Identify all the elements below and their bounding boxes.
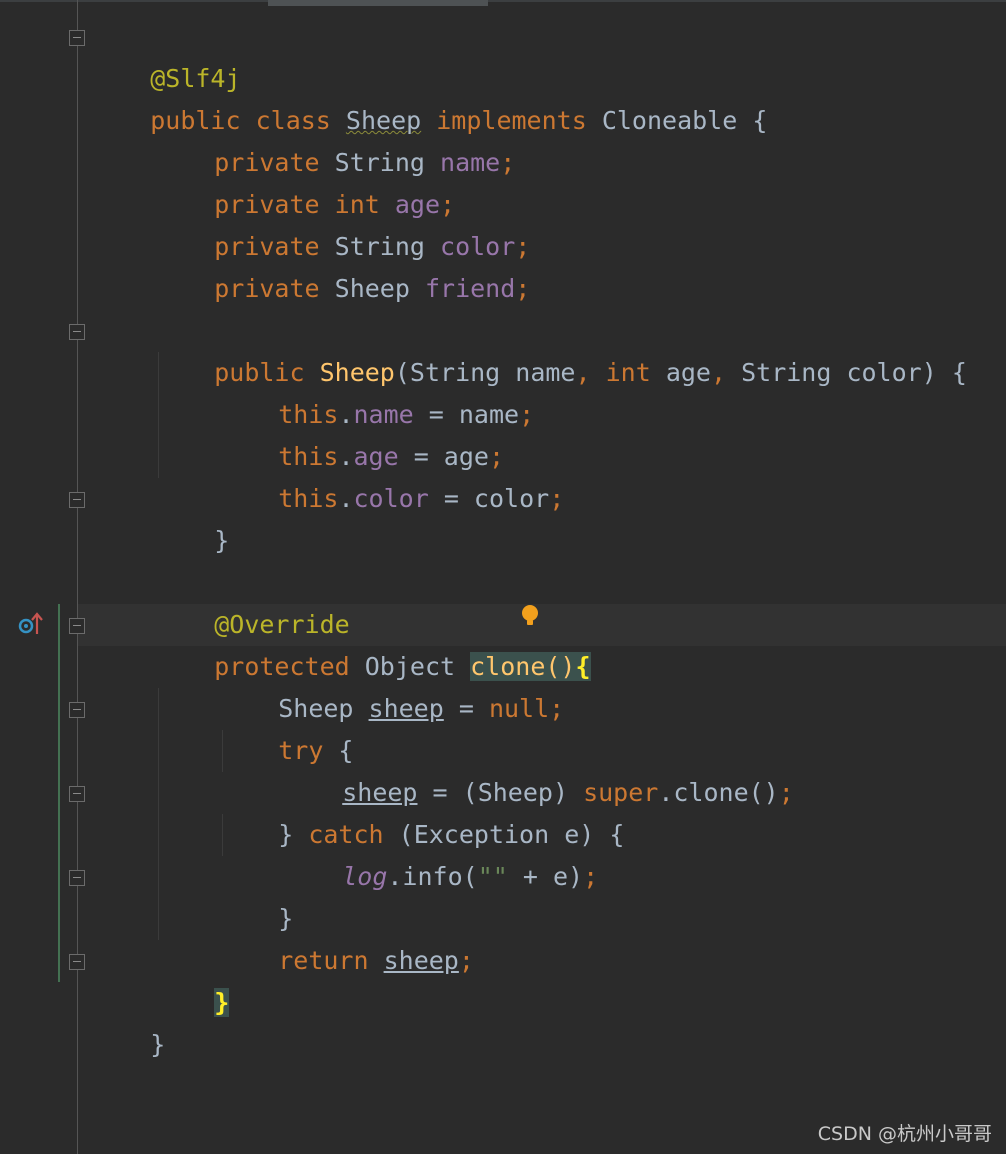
- code-line-23[interactable]: }: [154, 940, 230, 1017]
- code-line-18[interactable]: sheep = (Sheep) super.clone();: [282, 730, 794, 807]
- fold-marker-try[interactable]: [69, 702, 85, 718]
- intention-bulb-icon[interactable]: [519, 604, 541, 626]
- keyword: null: [488, 694, 550, 723]
- code-line-19[interactable]: } catch (Exception e) {: [218, 772, 624, 849]
- expression: + e): [507, 862, 584, 891]
- field: color: [353, 484, 429, 513]
- params: age: [650, 358, 711, 387]
- method-call: .info(: [387, 862, 478, 891]
- brace: }: [214, 526, 230, 555]
- scrollbar-thumb[interactable]: [268, 0, 488, 6]
- fold-marker-constructor-end[interactable]: [69, 492, 85, 508]
- comma: ,: [575, 358, 591, 387]
- watermark: CSDN @杭州小哥哥: [817, 1123, 992, 1145]
- type: Sheep: [334, 274, 410, 303]
- code-line-9[interactable]: this.name = name;: [218, 352, 534, 429]
- fold-marker-clone-end[interactable]: [69, 954, 85, 970]
- semicolon: ;: [778, 778, 794, 807]
- code-line-2[interactable]: public class Sheep implements Cloneable …: [90, 58, 767, 135]
- type: int: [590, 358, 651, 387]
- static-field: log: [342, 862, 388, 891]
- vcs-change-marker[interactable]: [58, 604, 60, 982]
- semicolon: ;: [500, 148, 516, 177]
- keyword: return: [278, 946, 369, 975]
- gutter-divider: [77, 0, 78, 1154]
- code-line-8[interactable]: public Sheep(String name, int age, Strin…: [154, 310, 967, 387]
- code-line-24[interactable]: }: [90, 982, 165, 1059]
- fold-marker-clone[interactable]: [69, 618, 85, 634]
- assign: =: [443, 694, 489, 723]
- fold-marker-catch-end[interactable]: [69, 870, 85, 886]
- code-line-1[interactable]: @Slf4j: [90, 16, 240, 93]
- code-line-6[interactable]: private Sheep friend;: [154, 226, 530, 303]
- method-call: .clone(): [658, 778, 779, 807]
- semicolon: ;: [549, 484, 565, 513]
- semicolon: ;: [549, 694, 565, 723]
- variable: sheep: [383, 946, 459, 975]
- code-line-12[interactable]: }: [154, 478, 229, 555]
- brace: }: [214, 988, 230, 1017]
- override-gutter-icon[interactable]: [18, 612, 44, 638]
- interface-name: Cloneable: [601, 106, 738, 135]
- code-editor[interactable]: @Slf4j public class Sheep implements Clo…: [0, 0, 1006, 1154]
- fold-marker-constructor[interactable]: [69, 324, 85, 340]
- semicolon: ;: [458, 946, 474, 975]
- keyword: private: [214, 274, 320, 303]
- field: friend: [424, 274, 516, 303]
- string-literal: "": [477, 862, 508, 891]
- keyword: this: [278, 484, 339, 513]
- code-line-21[interactable]: }: [218, 856, 293, 933]
- fold-marker-class[interactable]: [69, 30, 85, 46]
- code-line-10[interactable]: this.age = age;: [218, 394, 504, 471]
- brace: }: [150, 1030, 166, 1059]
- code-line-14[interactable]: @Override: [154, 562, 349, 639]
- code-line-3[interactable]: private String name;: [154, 100, 515, 177]
- code-line-4[interactable]: private int age;: [154, 142, 455, 219]
- semicolon: ;: [515, 274, 531, 303]
- code-line-16[interactable]: Sheep sheep = null;: [218, 646, 564, 723]
- code-line-20[interactable]: log.info("" + e);: [282, 814, 598, 891]
- semicolon: ;: [519, 400, 535, 429]
- dot: .: [338, 484, 354, 513]
- code-line-17[interactable]: try {: [218, 688, 353, 765]
- variable: sheep: [368, 694, 444, 723]
- semicolon: ;: [583, 862, 599, 891]
- code-line-22[interactable]: return sheep;: [218, 898, 474, 975]
- brace: {: [575, 652, 591, 681]
- code-line-5[interactable]: private String color;: [154, 184, 530, 261]
- tab-bar-edge: [0, 0, 1006, 2]
- code-line-11[interactable]: this.color = color;: [218, 436, 564, 513]
- params: String color) {: [726, 358, 967, 387]
- assign: = color: [428, 484, 550, 513]
- comma: ,: [710, 358, 727, 387]
- brace: {: [752, 106, 768, 135]
- fold-marker-catch[interactable]: [69, 786, 85, 802]
